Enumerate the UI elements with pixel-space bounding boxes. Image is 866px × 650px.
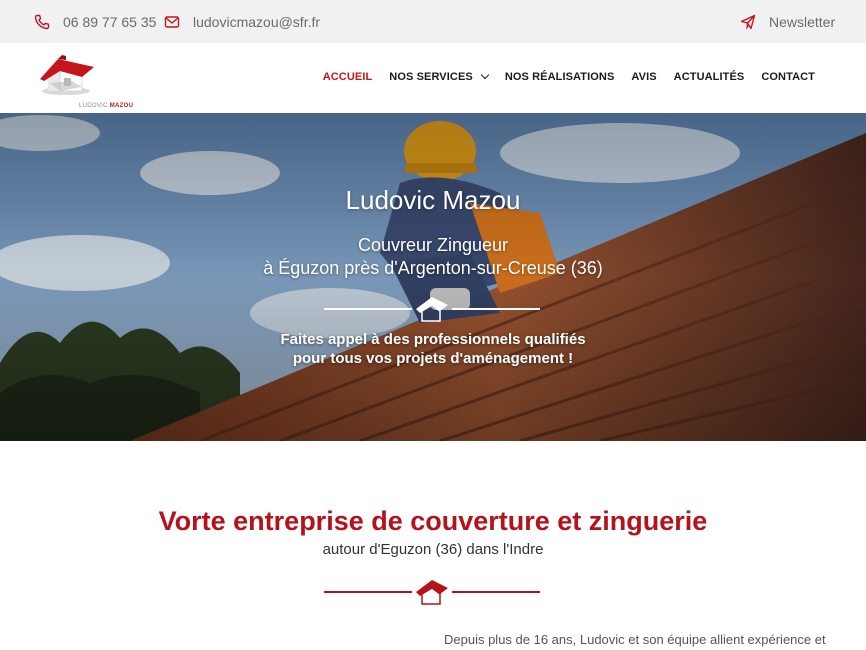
paper-plane-icon [740, 14, 756, 30]
email-link[interactable]: ludovicmazou@sfr.fr [164, 12, 320, 32]
logo-wordmark: LUDOVIC MAZOU [79, 103, 134, 109]
hero-subtitle-line1: Couvreur Zingueur [357, 235, 509, 255]
nav-item-nos-realisations[interactable]: NOS RÉALISATIONS [505, 71, 615, 83]
newsletter-link[interactable]: Newsletter [740, 12, 835, 32]
hero-title: Ludovic Mazou [345, 185, 521, 215]
intro-subtitle: autour d'Eguzon (36) dans l'Indre [322, 541, 544, 558]
intro-divider-house-icon [324, 580, 540, 605]
phone-number: 06 89 77 65 35 [63, 14, 157, 30]
hero-banner: Ludovic Mazou Couvreur Zingueur à Éguzon… [0, 113, 866, 441]
house-logo-icon [40, 55, 94, 95]
nav-item-accueil[interactable]: ACCUEIL [323, 71, 373, 83]
phone-link[interactable]: 06 89 77 65 35 [34, 12, 156, 32]
site-logo[interactable]: LUDOVIC MAZOU [36, 51, 133, 109]
hero-content: Ludovic Mazou Couvreur Zingueur à Éguzon… [0, 113, 866, 441]
hero-divider-house-icon [324, 297, 540, 322]
intro-title: Vorte entreprise de couverture et zingue… [158, 506, 708, 536]
site-header: LUDOVIC MAZOU ACCUEIL NOS SERVICES NOS R… [0, 43, 866, 113]
nav-item-nos-services[interactable]: NOS SERVICES [389, 70, 490, 83]
nav-item-actualites[interactable]: ACTUALITÉS [674, 71, 745, 83]
main-nav: ACCUEIL NOS SERVICES NOS RÉALISATIONS AV… [323, 70, 815, 83]
nav-item-contact[interactable]: CONTACT [761, 71, 815, 83]
chevron-down-icon [480, 70, 490, 80]
nav-item-label: NOS SERVICES [389, 71, 473, 83]
email-address: ludovicmazou@sfr.fr [193, 14, 321, 30]
top-contact-bar: 06 89 77 65 35 ludovicmazou@sfr.fr Newsl… [0, 0, 866, 43]
hero-cta-line1: Faites appel à des professionnels qualif… [280, 331, 586, 348]
hero-cta-line2: pour tous vos projets d'aménagement ! [292, 350, 574, 367]
nav-item-avis[interactable]: AVIS [631, 71, 656, 83]
newsletter-label: Newsletter [769, 14, 836, 30]
hero-subtitle-line2: à Éguzon près d'Argenton-sur-Creuse (36) [263, 258, 603, 278]
phone-icon [34, 14, 50, 30]
intro-paragraph: Depuis plus de 16 ans, Ludovic et son éq… [444, 632, 826, 647]
mail-icon [164, 14, 180, 30]
